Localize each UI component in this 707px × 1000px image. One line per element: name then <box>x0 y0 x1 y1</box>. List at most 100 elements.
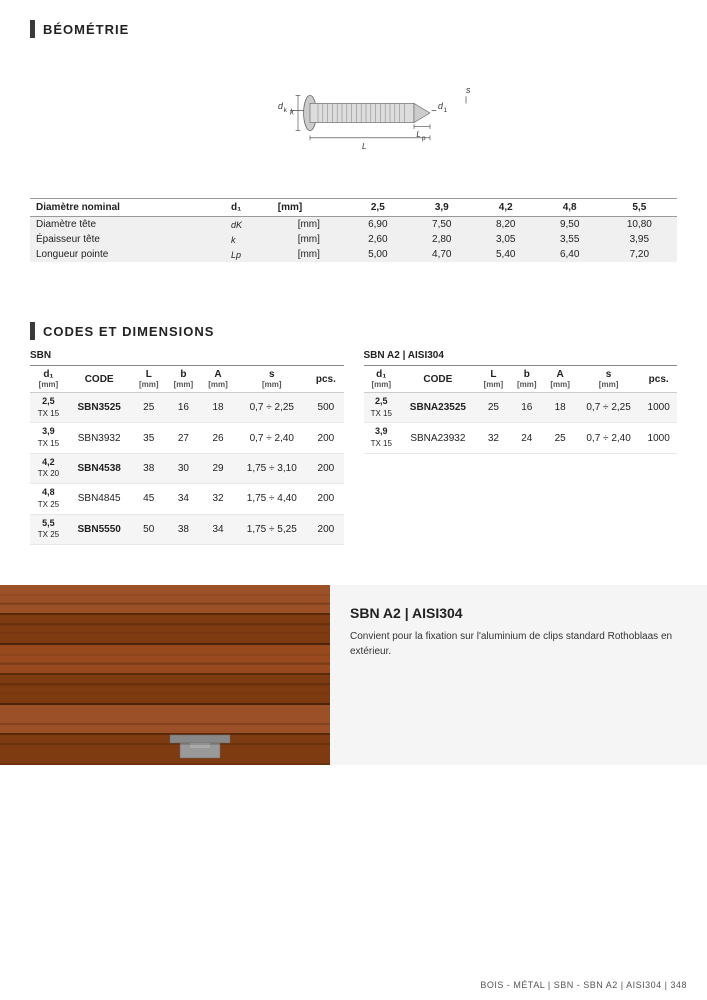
codes-tables-container: SBN d₁[mm] CODE L[mm] b[mm] A[mm] s[mm] … <box>30 350 677 545</box>
page-footer: BOIS - MÉTAL | SBN - SBN A2 | AISI304 | … <box>480 980 687 990</box>
geo-cell-v5: 10,80 <box>602 217 677 233</box>
photo-svg <box>0 585 330 765</box>
sbn-cell-s: 1,75 ÷ 4,40 <box>235 484 308 514</box>
svg-text:1: 1 <box>443 107 447 114</box>
sbn-a2-col-b: b[mm] <box>510 366 543 393</box>
codes-section-bar <box>30 322 35 340</box>
sbn-a2-row: 3,9TX 15 SBNA23932 32 24 25 0,7 ÷ 2,40 1… <box>364 423 678 453</box>
sbn-col-code: CODE <box>67 366 132 393</box>
sbn-cell-d1: 3,9TX 15 <box>30 423 67 453</box>
geo-cell-v1: 6,90 <box>346 217 410 233</box>
sbn-row: 5,5TX 25 SBN5550 50 38 34 1,75 ÷ 5,25 20… <box>30 514 344 544</box>
desc-text: Convient pour la fixation sur l'aluminiu… <box>350 629 687 659</box>
sbn-col-b: b[mm] <box>166 366 201 393</box>
sbn-table-block: SBN d₁[mm] CODE L[mm] b[mm] A[mm] s[mm] … <box>30 350 344 545</box>
sbn-cell-d1: 4,8TX 25 <box>30 484 67 514</box>
geo-col-name: Diamètre nominal <box>30 199 225 217</box>
geo-cell-v3: 3,05 <box>474 232 538 247</box>
sbn-a2-col-code: CODE <box>399 366 477 393</box>
sbn-col-A: A[mm] <box>201 366 236 393</box>
sbn-cell-code: SBN5550 <box>67 514 132 544</box>
sbn-a2-cell-b: 24 <box>510 423 543 453</box>
geo-cell-v1: 2,60 <box>346 232 410 247</box>
geometry-header: BÉOMÉTRIE <box>30 20 677 38</box>
sbn-a2-cell-pcs: 1000 <box>640 423 677 453</box>
geo-cell-v2: 4,70 <box>410 247 474 262</box>
sbn-a2-cell-code: SBNA23932 <box>399 423 477 453</box>
svg-text:k: k <box>283 107 287 114</box>
codes-section: CODES ET DIMENSIONS SBN d₁[mm] CODE L[mm… <box>0 312 707 555</box>
sbn-a2-cell-code: SBNA23525 <box>399 393 477 423</box>
sbn-cell-A: 26 <box>201 423 236 453</box>
sbn-a2-cell-A: 18 <box>543 393 576 423</box>
geo-cell-v4: 3,55 <box>538 232 602 247</box>
sbn-cell-d1: 5,5TX 25 <box>30 514 67 544</box>
sbn-row: 4,2TX 20 SBN4538 38 30 29 1,75 ÷ 3,10 20… <box>30 453 344 483</box>
geometry-diagram: d k d 1 s k L p L <box>30 48 677 178</box>
sbn-row: 4,8TX 25 SBN4845 45 34 32 1,75 ÷ 4,40 20… <box>30 484 344 514</box>
sbn-cell-code: SBN4538 <box>67 453 132 483</box>
sbn-cell-code: SBN3932 <box>67 423 132 453</box>
sbn-cell-s: 1,75 ÷ 5,25 <box>235 514 308 544</box>
sbn-cell-L: 50 <box>131 514 166 544</box>
sbn-cell-d1: 2,5TX 15 <box>30 393 67 423</box>
codes-header: CODES ET DIMENSIONS <box>30 322 677 340</box>
svg-text:L: L <box>362 142 366 151</box>
sbn-cell-A: 29 <box>201 453 236 483</box>
svg-text:k: k <box>290 108 295 117</box>
sbn-a2-col-pcs: pcs. <box>640 366 677 393</box>
geo-cell-v3: 8,20 <box>474 217 538 233</box>
geo-cell-name: Longueur pointe <box>30 247 225 262</box>
footer-text: BOIS - MÉTAL | SBN - SBN A2 | AISI304 | … <box>480 980 687 990</box>
codes-title: CODES ET DIMENSIONS <box>43 324 214 339</box>
sbn-cell-L: 25 <box>131 393 166 423</box>
sbn-a2-cell-s: 0,7 ÷ 2,25 <box>577 393 640 423</box>
geo-cell-unit: [mm] <box>272 232 346 247</box>
geometry-title: BÉOMÉTRIE <box>43 22 129 37</box>
geo-col-symbol: d₁ <box>225 199 272 217</box>
photo-section: SBN A2 | AISI304 Convient pour la fixati… <box>0 585 707 765</box>
sbn-cell-A: 18 <box>201 393 236 423</box>
sbn-cell-pcs: 200 <box>308 453 343 483</box>
sbn-a2-table-block: SBN A2 | AISI304 d₁[mm] CODE L[mm] b[mm]… <box>364 350 678 545</box>
sbn-a2-cell-b: 16 <box>510 393 543 423</box>
sbn-col-d1: d₁[mm] <box>30 366 67 393</box>
sbn-cell-L: 38 <box>131 453 166 483</box>
geo-cell-v5: 7,20 <box>602 247 677 262</box>
geo-col-unit: [mm] <box>272 199 346 217</box>
sbn-cell-L: 35 <box>131 423 166 453</box>
geo-col-39: 3,9 <box>410 199 474 217</box>
desc-title: SBN A2 | AISI304 <box>350 605 687 621</box>
sbn-cell-A: 32 <box>201 484 236 514</box>
geo-cell-unit: [mm] <box>272 217 346 233</box>
sbn-cell-b: 27 <box>166 423 201 453</box>
geometry-table: Diamètre nominal d₁ [mm] 2,5 3,9 4,2 4,8… <box>30 198 677 262</box>
geo-col-42: 4,2 <box>474 199 538 217</box>
sbn-a2-col-A: A[mm] <box>543 366 576 393</box>
sbn-a2-cell-d1: 2,5TX 15 <box>364 393 400 423</box>
geo-cell-v4: 9,50 <box>538 217 602 233</box>
sbn-cell-s: 0,7 ÷ 2,40 <box>235 423 308 453</box>
sbn-cell-pcs: 200 <box>308 514 343 544</box>
sbn-a2-cell-s: 0,7 ÷ 2,40 <box>577 423 640 453</box>
geo-cell-v4: 6,40 <box>538 247 602 262</box>
geo-cell-v2: 2,80 <box>410 232 474 247</box>
geo-cell-symbol: k <box>225 232 272 247</box>
geo-cell-name: Diamètre tête <box>30 217 225 233</box>
geometry-section: BÉOMÉTRIE <box>0 0 707 272</box>
geo-row: Diamètre tête dK [mm] 6,90 7,50 8,20 9,5… <box>30 217 677 233</box>
geo-cell-v2: 7,50 <box>410 217 474 233</box>
sbn-label: SBN <box>30 350 344 361</box>
sbn-a2-cell-pcs: 1000 <box>640 393 677 423</box>
sbn-a2-row: 2,5TX 15 SBNA23525 25 16 18 0,7 ÷ 2,25 1… <box>364 393 678 423</box>
geo-cell-v3: 5,40 <box>474 247 538 262</box>
sbn-row: 2,5TX 15 SBN3525 25 16 18 0,7 ÷ 2,25 500 <box>30 393 344 423</box>
geo-col-55: 5,5 <box>602 199 677 217</box>
geo-row: Épaisseur tête k [mm] 2,60 2,80 3,05 3,5… <box>30 232 677 247</box>
sbn-col-L: L[mm] <box>131 366 166 393</box>
description-box: SBN A2 | AISI304 Convient pour la fixati… <box>330 585 707 765</box>
sbn-cell-pcs: 200 <box>308 423 343 453</box>
sbn-a2-label: SBN A2 | AISI304 <box>364 350 678 361</box>
sbn-cell-d1: 4,2TX 20 <box>30 453 67 483</box>
sbn-cell-A: 34 <box>201 514 236 544</box>
